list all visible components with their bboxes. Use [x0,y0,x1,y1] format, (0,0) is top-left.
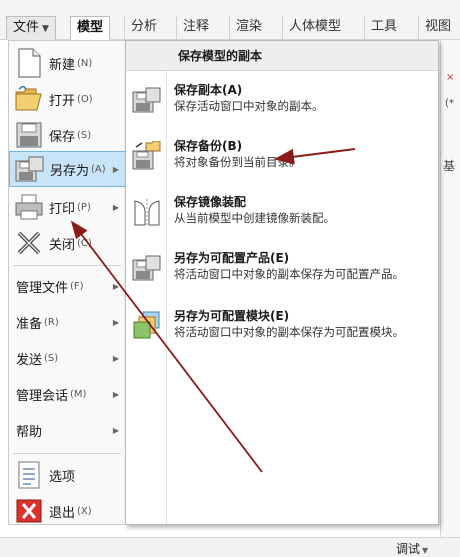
save-disk-icon [12,120,46,150]
menu-item-label: 另存为 [50,163,90,179]
side-text-fragment: (* [445,98,454,109]
configurable-product-icon [130,251,164,285]
close-x-icon [12,228,46,258]
submenu-arrow-icon: ▶ [112,164,119,174]
submenu-item-desc: 将活动窗口中对象的副本保存为可配置模块。 [174,325,404,339]
tab-annotate[interactable]: 注释 [176,16,215,40]
status-bar: 调试 ▼ [0,537,460,557]
submenu-arrow-icon: ▶ [112,425,119,435]
file-tab-label: 文件 [13,20,40,35]
menu-item-open[interactable]: 打开 (O) [9,81,125,117]
printer-icon [12,192,46,222]
menu-divider [13,453,121,454]
menu-item-prepare[interactable]: 准备 (R) ▶ [9,305,125,339]
menu-item-label: 保存 [49,129,76,145]
submenu-item-title: 保存副本(A) [174,83,243,97]
submenu-item-mirror-assembly[interactable]: 保存镜像装配 从当前模型中创建镜像新装配。 [126,189,438,245]
new-document-icon [12,48,46,78]
side-close-mark: × [446,72,455,83]
menu-divider [13,265,121,266]
save-as-submenu: 保存模型的副本 保存副本(A) 保存活动窗口中对象的副本。 保存备份(B) 将对… [125,40,439,525]
configurable-module-icon [130,309,164,343]
menu-item-label: 打印 [49,201,76,217]
tab-view[interactable]: 视图 [418,16,457,40]
ribbon-tab-bar: 文件 ▼ 模型 分析 注释 渲染 人体模型 工具 视图 [0,0,460,40]
menu-item-manage-files[interactable]: 管理文件 (F) ▶ [9,269,125,303]
submenu-arrow-icon: ▶ [112,389,119,399]
submenu-header: 保存模型的副本 [126,41,438,71]
submenu-item-save-copy[interactable]: 保存副本(A) 保存活动窗口中对象的副本。 [126,77,438,133]
menu-item-print[interactable]: 打印 (P) ▶ [9,189,125,225]
debug-dropdown[interactable]: 调试 ▼ [396,540,428,557]
background-window-strip: × (* 基 [440,40,460,537]
submenu-item-title: 另存为可配置产品(E) [174,251,290,265]
options-list-icon [12,460,46,490]
mirror-assembly-icon [130,195,164,229]
menu-item-exit[interactable]: 退出 (X) [9,493,125,529]
submenu-item-desc: 将对象备份到当前目录。 [174,155,301,169]
tab-analysis[interactable]: 分析 [124,16,163,40]
exit-red-x-icon [12,496,46,526]
tab-manikin[interactable]: 人体模型 [282,16,347,40]
submenu-arrow-icon: ▶ [112,202,119,212]
menu-item-label: 选项 [49,469,76,485]
side-label-fragment: 基 [443,159,456,173]
save-copy-icon [130,83,164,117]
menu-item-label: 打开 [49,93,76,109]
save-as-icon [13,154,47,184]
tab-model[interactable]: 模型 [70,16,111,40]
submenu-item-desc: 从当前模型中创建镜像新装配。 [174,211,335,225]
menu-item-manage-session[interactable]: 管理会话 (M) ▶ [9,377,125,411]
submenu-arrow-icon: ▶ [112,281,119,291]
submenu-item-desc: 将活动窗口中对象的副本保存为可配置产品。 [174,267,404,281]
chevron-down-icon: ▼ [422,546,429,555]
submenu-arrow-icon: ▶ [112,353,119,363]
submenu-arrow-icon: ▶ [112,317,119,327]
tab-render[interactable]: 渲染 [229,16,268,40]
menu-item-save[interactable]: 保存 (S) [9,117,125,153]
open-folder-icon [12,84,46,114]
menu-item-label: 关闭 [49,237,76,253]
menu-item-label: 新建 [49,57,76,73]
menu-item-send[interactable]: 发送 (S) ▶ [9,341,125,375]
chevron-down-icon: ▼ [42,24,49,34]
submenu-item-save-configurable-module[interactable]: 另存为可配置模块(E) 将活动窗口中对象的副本保存为可配置模块。 [126,303,438,359]
submenu-item-save-backup[interactable]: 保存备份(B) 将对象备份到当前目录。 [126,133,438,189]
menu-item-new[interactable]: 新建 (N) [9,45,125,81]
tab-tools[interactable]: 工具 [364,16,403,40]
submenu-item-desc: 保存活动窗口中对象的副本。 [174,99,324,113]
file-menu-tab[interactable]: 文件 ▼ [6,16,56,40]
file-menu: 新建 (N) 打开 (O) 保存 (S) 另存为 (A) ▶ 打印 (P) ▶ 关闭 (C) [8,40,126,525]
menu-item-close[interactable]: 关闭 (C) [9,225,125,261]
menu-item-save-as[interactable]: 另存为 (A) ▶ [9,151,126,187]
submenu-item-title: 保存镜像装配 [174,195,247,209]
submenu-item-save-configurable-product[interactable]: 另存为可配置产品(E) 将活动窗口中对象的副本保存为可配置产品。 [126,245,438,301]
save-backup-icon [130,139,164,173]
submenu-item-title: 另存为可配置模块(E) [174,309,290,323]
menu-item-label: 退出 [49,505,76,521]
submenu-item-title: 保存备份(B) [174,139,243,153]
menu-item-help[interactable]: 帮助 ▶ [9,413,125,447]
menu-item-options[interactable]: 选项 [9,457,125,493]
